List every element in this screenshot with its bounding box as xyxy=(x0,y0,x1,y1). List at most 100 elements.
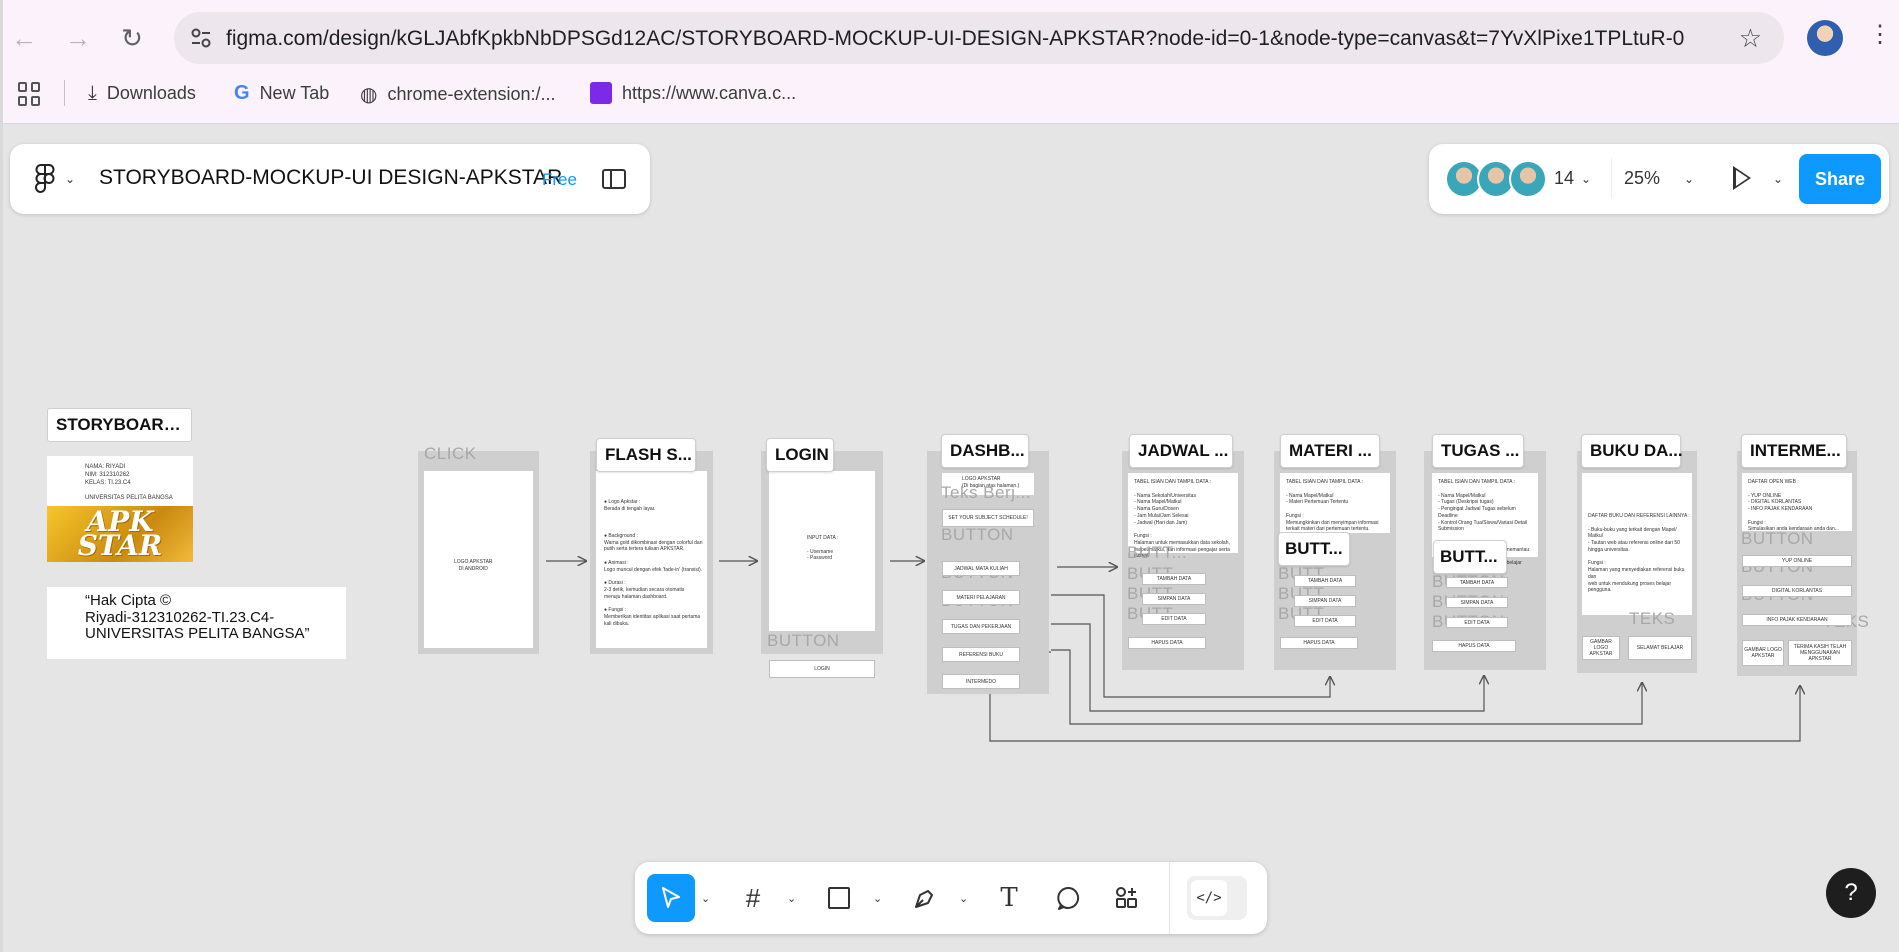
plan-badge[interactable]: Free xyxy=(542,170,577,190)
chevron-down-icon[interactable]: ⌄ xyxy=(1773,172,1783,186)
storyboard-info[interactable]: NAMA: RIYADI NIM: 312310262 KELAS: TI.23… xyxy=(47,456,193,506)
frame-dashboard[interactable]: LOGO APKSTAR (Di bagian atas halaman.) T… xyxy=(927,451,1049,694)
chevron-down-icon: ⌄ xyxy=(1684,172,1695,186)
ghost-label: BUTTON xyxy=(1741,529,1814,548)
yup-online-button[interactable]: YUP ONLINE xyxy=(1742,555,1852,567)
avatar[interactable] xyxy=(1509,160,1547,198)
bookmark-star-icon[interactable]: ☆ xyxy=(1739,23,1762,54)
shapes-actions-icon xyxy=(1116,887,1137,908)
frame-click[interactable]: CLICK LOGO APKSTAR DI ANDROID xyxy=(418,444,539,654)
url-text[interactable]: figma.com/design/kGLJAbfKpkbNbDPSGd12AC/… xyxy=(226,27,1684,51)
screen: DAFTAR BUKU DAN REFERENSI LAINNYA : - Bu… xyxy=(1582,473,1692,615)
bookmarks-divider xyxy=(64,80,65,106)
forward-arrow-icon[interactable]: → xyxy=(62,22,94,54)
tambah-data-button[interactable]: TAMBAH DATA xyxy=(1294,575,1356,587)
tambah-data-button[interactable]: TAMBAH DATA xyxy=(1142,573,1206,585)
figma-canvas[interactable]: ⌄ STORYBOARD-MOCKUP-UI DESIGN-APKSTAR Fr… xyxy=(0,124,1899,952)
comment-tool-button[interactable] xyxy=(1045,874,1093,922)
file-toolbar: ⌄ STORYBOARD-MOCKUP-UI DESIGN-APKSTAR Fr… xyxy=(10,144,650,214)
frame-flash-screen[interactable]: ● Logo Apkstar : Berada di tengah layar.… xyxy=(590,451,713,654)
screen: INPUT DATA : - Username - Password xyxy=(769,471,875,631)
help-button[interactable]: ? xyxy=(1826,868,1876,918)
file-title[interactable]: STORYBOARD-MOCKUP-UI DESIGN-APKSTAR xyxy=(99,166,562,190)
login-button[interactable]: LOGIN xyxy=(769,660,875,678)
hapus-data-button[interactable]: HAPUS DATA xyxy=(1432,640,1516,652)
bookmark-downloads[interactable]: ⤓ Downloads xyxy=(88,82,196,105)
digital-korlantas-button[interactable]: DIGITAL KORLANTAS xyxy=(1742,585,1852,597)
simpan-data-button[interactable]: SIMPAN DATA xyxy=(1294,595,1356,607)
text-tool-button[interactable]: T xyxy=(985,874,1033,922)
apkstar-logo[interactable]: APK STAR xyxy=(47,506,193,562)
logo-cell: GAMBAR LOGO APKSTAR xyxy=(1742,640,1784,666)
tambah-data-button[interactable]: TAMBAH DATA xyxy=(1446,577,1508,588)
pen-tool-button[interactable] xyxy=(901,874,949,922)
screen: DAFTAR OPEN WEB : - YUP ONLINE - DIGITAL… xyxy=(1742,473,1852,532)
profile-avatar[interactable] xyxy=(1807,20,1843,56)
zoom-dropdown[interactable]: 25% ⌄ xyxy=(1611,158,1707,198)
layer-tag-button[interactable]: BUTT... xyxy=(1433,540,1507,574)
reload-icon[interactable]: ↻ xyxy=(116,22,148,54)
copyright-note[interactable]: “Hak Cipta © Riyadi-312310262-TI.23.C4- … xyxy=(47,587,346,659)
browser-menu-icon[interactable]: ⋮ xyxy=(1868,20,1892,49)
chevron-down-icon[interactable]: ⌄ xyxy=(959,892,968,905)
frame-title-login[interactable]: LOGIN xyxy=(766,438,834,472)
frame-title-materi[interactable]: MATERI ... xyxy=(1280,434,1380,468)
figma-logo-icon[interactable] xyxy=(34,164,56,194)
info-pajak-button[interactable]: INFO PAJAK KENDARAAN xyxy=(1742,614,1852,626)
bookmark-new-tab[interactable]: G New Tab xyxy=(234,82,329,105)
window-border xyxy=(0,0,3,952)
chevron-down-icon[interactable]: ⌄ xyxy=(65,172,75,186)
share-button[interactable]: Share xyxy=(1799,154,1881,204)
collaborator-count[interactable]: 14 xyxy=(1554,168,1574,189)
globe-icon: ◍ xyxy=(360,84,378,106)
hapus-data-button[interactable]: HAPUS DATA xyxy=(1280,637,1358,649)
present-play-icon[interactable] xyxy=(1733,166,1751,190)
google-icon: G xyxy=(234,82,250,104)
frame-tool-button[interactable]: # xyxy=(729,874,777,922)
frame-title-buku[interactable]: BUKU DA... xyxy=(1581,434,1683,468)
frame-title-jadwal[interactable]: JADWAL ... xyxy=(1129,434,1233,468)
bookmark-canva[interactable]: https://www.canva.c... xyxy=(590,82,796,104)
jadwal-button[interactable]: JADWAL MATA KULIAH xyxy=(942,561,1020,576)
frame-title-dashboard[interactable]: DASHB... xyxy=(941,434,1029,468)
apps-grid-icon[interactable] xyxy=(18,82,42,106)
screen-text: INPUT DATA : - Username - Password xyxy=(807,535,839,562)
frame-buku[interactable]: DAFTAR BUKU DAN REFERENSI LAINNYA : - Bu… xyxy=(1577,451,1697,673)
layer-tag-button[interactable]: BUTT... xyxy=(1278,532,1350,566)
materi-button[interactable]: MATERI PELAJARAN xyxy=(942,590,1020,605)
frame-title-intermezo[interactable]: INTERME... xyxy=(1741,434,1847,468)
rectangle-icon xyxy=(828,887,850,909)
collaboration-toolbar: 14 ⌄ 25% ⌄ ⌄ Share xyxy=(1429,144,1889,214)
bookmark-chrome-extension[interactable]: ◍ chrome-extension:/... xyxy=(360,82,556,107)
browser-chrome: ← → ↻ figma.com/design/kGLJAbfKpkbNbDPSG… xyxy=(0,0,1899,124)
tugas-button[interactable]: TUGAS DAN PEKERJAAN xyxy=(942,619,1020,634)
chevron-down-icon[interactable]: ⌄ xyxy=(701,892,710,905)
frame-jadwal[interactable]: TABEL ISIAN DAN TAMPIL DATA : - Nama Sek… xyxy=(1122,451,1244,670)
rectangle-tool-button[interactable] xyxy=(815,874,863,922)
dev-mode-toggle[interactable]: </> xyxy=(1187,876,1247,920)
frame-login[interactable]: INPUT DATA : - Username - Password BUTTO… xyxy=(761,451,883,678)
simpan-data-button[interactable]: SIMPAN DATA xyxy=(1446,597,1508,608)
actions-tool-button[interactable] xyxy=(1103,874,1151,922)
address-bar[interactable]: figma.com/design/kGLJAbfKpkbNbDPSGd12AC/… xyxy=(174,12,1784,64)
frame-title-tugas[interactable]: TUGAS ... xyxy=(1432,434,1524,468)
toggle-sidebar-icon[interactable] xyxy=(602,169,626,189)
frame-title-flash[interactable]: FLASH S... xyxy=(596,438,696,472)
hapus-data-button[interactable]: HAPUS DATA xyxy=(1128,637,1206,649)
frame-intermezo[interactable]: DAFTAR OPEN WEB : - YUP ONLINE - DIGITAL… xyxy=(1737,451,1869,676)
edit-data-button[interactable]: EDIT DATA xyxy=(1446,617,1508,628)
frame-hash-icon: # xyxy=(745,882,761,913)
chevron-down-icon[interactable]: ⌄ xyxy=(787,892,796,905)
toolbar-divider xyxy=(1169,862,1170,934)
back-arrow-icon[interactable]: ← xyxy=(8,22,40,54)
site-settings-icon[interactable] xyxy=(188,25,214,51)
storyboard-title[interactable]: STORYBOARD... xyxy=(47,408,192,442)
intermezo-button[interactable]: INTERMEDO xyxy=(942,674,1020,689)
move-tool-button[interactable] xyxy=(647,874,695,922)
edit-data-button[interactable]: EDIT DATA xyxy=(1142,613,1206,625)
edit-data-button[interactable]: EDIT DATA xyxy=(1294,615,1356,627)
chevron-down-icon[interactable]: ⌄ xyxy=(1581,172,1591,186)
chevron-down-icon[interactable]: ⌄ xyxy=(873,892,882,905)
referensi-button[interactable]: REFERENSI BUKU xyxy=(942,647,1020,662)
simpan-data-button[interactable]: SIMPAN DATA xyxy=(1142,593,1206,605)
